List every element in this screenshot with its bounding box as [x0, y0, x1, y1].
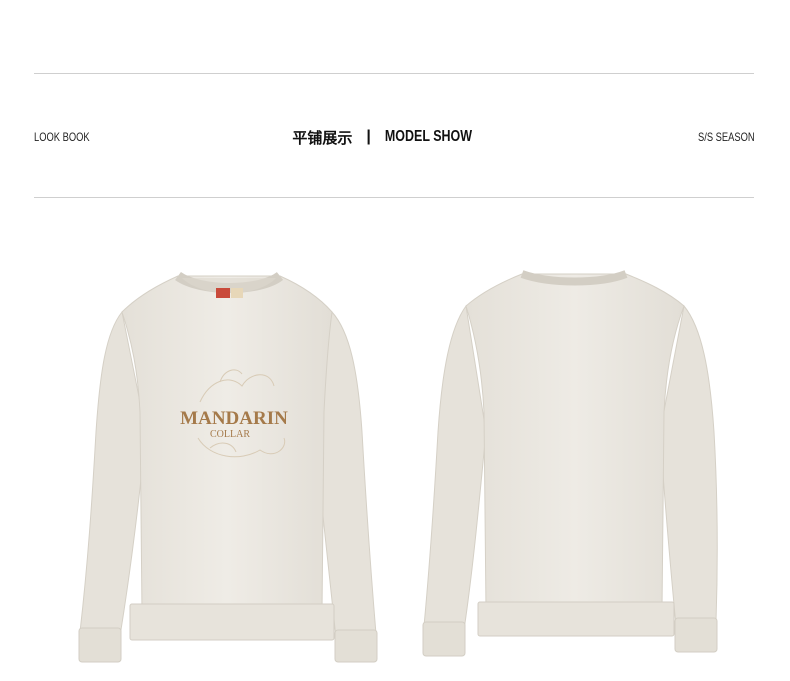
sweatshirt-back-image	[410, 262, 750, 672]
title-separator: |	[366, 128, 371, 145]
top-divider	[34, 73, 754, 74]
sweatshirt-front-image: MANDARIN COLLAR	[70, 262, 400, 672]
section-header: LOOK BOOK 平铺展示 | MODEL SHOW S/S SEASON	[34, 126, 755, 148]
season-label: S/S SEASON	[698, 130, 755, 144]
look-book-label: LOOK BOOK	[34, 130, 90, 144]
section-title-cn: 平铺展示	[292, 128, 353, 147]
bottom-divider	[34, 197, 754, 198]
embroidery-main-text: MANDARIN	[180, 408, 288, 429]
section-title: 平铺展示 | MODEL SHOW	[292, 127, 496, 148]
section-title-en: MODEL SHOW	[384, 128, 473, 145]
embroidery-sub-text: COLLAR	[210, 429, 250, 440]
